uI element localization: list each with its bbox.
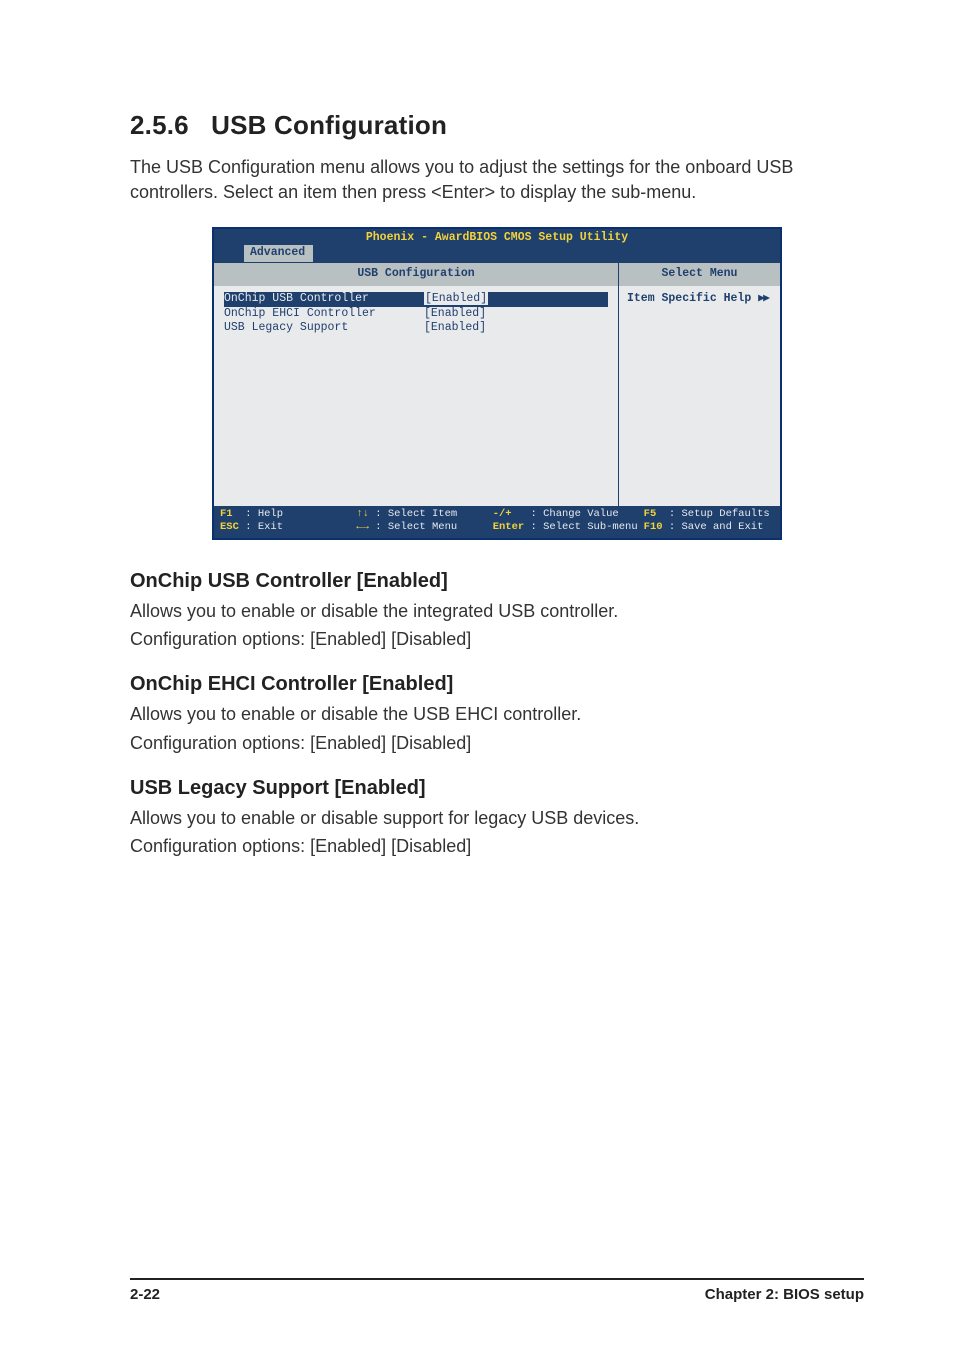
bios-key-label: : Exit — [245, 521, 283, 533]
bios-key-updown: ↑↓ — [356, 508, 369, 520]
bios-row-value: [Enabled] — [424, 307, 608, 322]
bios-key-f1: F1 — [220, 508, 233, 520]
bios-header-main: USB Configuration — [214, 263, 619, 286]
section-heading: 2.5.6 USB Configuration — [130, 110, 864, 141]
option-config-options: Configuration options: [Enabled] [Disabl… — [130, 627, 864, 651]
bios-body: OnChip USB Controller [Enabled] OnChip E… — [214, 286, 780, 506]
page: 2.5.6 USB Configuration The USB Configur… — [0, 0, 954, 1351]
bios-key-f5: F5 — [644, 508, 657, 520]
bios-tab-gap — [234, 246, 244, 261]
double-arrow-icon: ▶▶ — [758, 292, 768, 305]
bios-footer-col1: F1 : Help ESC : Exit — [220, 508, 350, 535]
bios-key-label: : Select Menu — [375, 521, 457, 533]
page-footer-row: 2-22 Chapter 2: BIOS setup — [130, 1278, 864, 1303]
bios-key-label: : Help — [245, 508, 283, 520]
bios-row-label: OnChip USB Controller — [224, 292, 424, 307]
option-desc: Allows you to enable or disable the USB … — [130, 702, 864, 726]
bios-tab-row: Advanced — [214, 245, 780, 263]
bios-footer-col4: F5 : Setup Defaults F10 : Save and Exit — [644, 508, 774, 535]
bios-key-label: : Select Item — [375, 508, 457, 520]
bios-tab-advanced[interactable]: Advanced — [244, 245, 314, 263]
option-heading-legacy-support: USB Legacy Support [Enabled] — [130, 777, 864, 800]
bios-key-leftright: ←→ — [356, 521, 369, 533]
section-number: 2.5.6 — [130, 110, 189, 140]
option-config-options: Configuration options: [Enabled] [Disabl… — [130, 834, 864, 858]
bios-footer: F1 : Help ESC : Exit ↑↓ : Select Item ←→… — [214, 506, 780, 538]
page-footer: 2-22 Chapter 2: BIOS setup — [130, 1278, 864, 1303]
bios-key-label: : Setup Defaults — [669, 508, 770, 520]
bios-help-line: Item Specific Help ▶▶ — [627, 292, 772, 307]
bios-key-esc: ESC — [220, 521, 239, 533]
bios-key-label: : Change Value — [531, 508, 619, 520]
bios-key-label: : Save and Exit — [669, 521, 764, 533]
bios-key-label: : Select Sub-menu — [531, 521, 638, 533]
bios-key-enter: Enter — [493, 521, 525, 533]
bios-footer-col3: -/+ : Change Value Enter : Select Sub-me… — [493, 508, 638, 535]
bios-header-side: Select Menu — [619, 263, 780, 286]
bios-help-text: Item Specific Help — [627, 292, 751, 305]
bios-main-pane: OnChip USB Controller [Enabled] OnChip E… — [214, 286, 619, 506]
section-title-text: USB Configuration — [211, 110, 447, 140]
bios-row-value-text: [Enabled] — [424, 292, 488, 305]
bios-key-plusminus: -/+ — [493, 508, 512, 520]
bios-footer-col2: ↑↓ : Select Item ←→ : Select Menu — [356, 508, 486, 535]
option-heading-ehci-controller: OnChip EHCI Controller [Enabled] — [130, 673, 864, 696]
bios-row-label: OnChip EHCI Controller — [224, 307, 424, 322]
option-desc: Allows you to enable or disable support … — [130, 806, 864, 830]
bios-header-row: USB Configuration Select Menu — [214, 263, 780, 286]
bios-row-ehci-controller[interactable]: OnChip EHCI Controller [Enabled] — [224, 307, 608, 322]
page-number: 2-22 — [130, 1286, 160, 1303]
chapter-label: Chapter 2: BIOS setup — [705, 1286, 864, 1303]
bios-key-f10: F10 — [644, 521, 663, 533]
bios-row-value: [Enabled] — [424, 321, 608, 336]
bios-row-legacy-support[interactable]: USB Legacy Support [Enabled] — [224, 321, 608, 336]
bios-row-label: USB Legacy Support — [224, 321, 424, 336]
bios-row-value: [Enabled] — [424, 292, 608, 307]
bios-title: Phoenix - AwardBIOS CMOS Setup Utility — [214, 229, 780, 246]
section-intro: The USB Configuration menu allows you to… — [130, 155, 864, 205]
option-desc: Allows you to enable or disable the inte… — [130, 599, 864, 623]
bios-row-usb-controller[interactable]: OnChip USB Controller [Enabled] — [224, 292, 608, 307]
option-config-options: Configuration options: [Enabled] [Disabl… — [130, 731, 864, 755]
option-heading-usb-controller: OnChip USB Controller [Enabled] — [130, 570, 864, 593]
bios-side-pane: Item Specific Help ▶▶ — [619, 286, 780, 506]
bios-screenshot: Phoenix - AwardBIOS CMOS Setup Utility A… — [212, 227, 782, 540]
